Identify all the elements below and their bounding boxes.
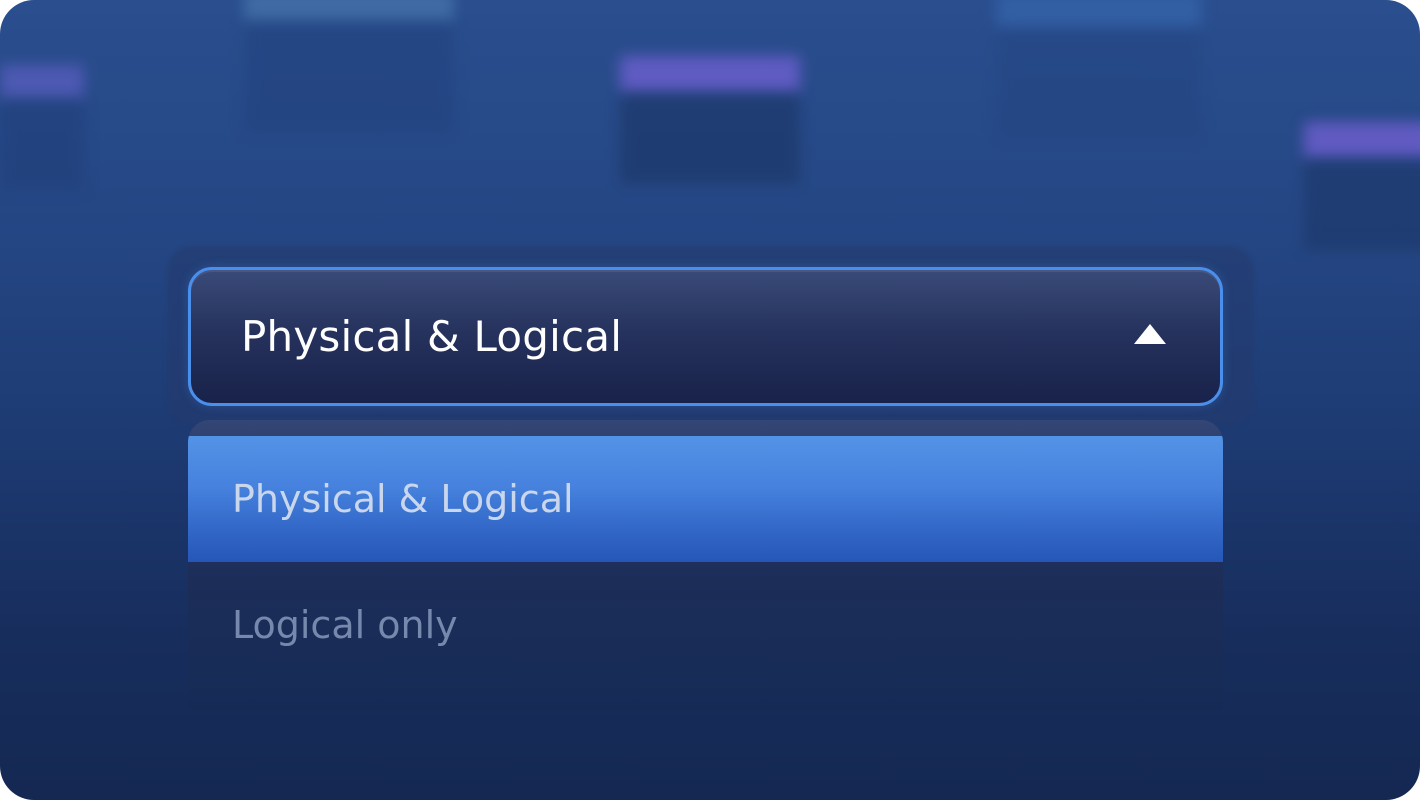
background-blurred-block <box>244 22 454 132</box>
chevron-up-icon <box>1134 323 1166 344</box>
background-blurred-block <box>1304 160 1420 250</box>
background-blurred-block <box>996 30 1202 140</box>
dropdown-trigger[interactable]: Physical & Logical <box>188 267 1223 406</box>
dropdown-menu: Physical & Logical Logical only <box>188 420 1223 710</box>
app-window: Physical & Logical Physical & Logical Lo… <box>0 0 1420 800</box>
dropdown-option-physical-logical[interactable]: Physical & Logical <box>188 436 1223 562</box>
dropdown-option-logical-only[interactable]: Logical only <box>188 562 1223 688</box>
background-blurred-block <box>244 0 454 22</box>
background-blurred-block <box>0 100 84 190</box>
background-blurred-block <box>620 56 800 92</box>
background-blurred-block <box>996 0 1202 28</box>
dropdown-selected-value: Physical & Logical <box>241 312 623 361</box>
background-blurred-block <box>1304 122 1420 158</box>
background-blurred-block <box>620 94 800 184</box>
background-blurred-block <box>0 65 84 99</box>
